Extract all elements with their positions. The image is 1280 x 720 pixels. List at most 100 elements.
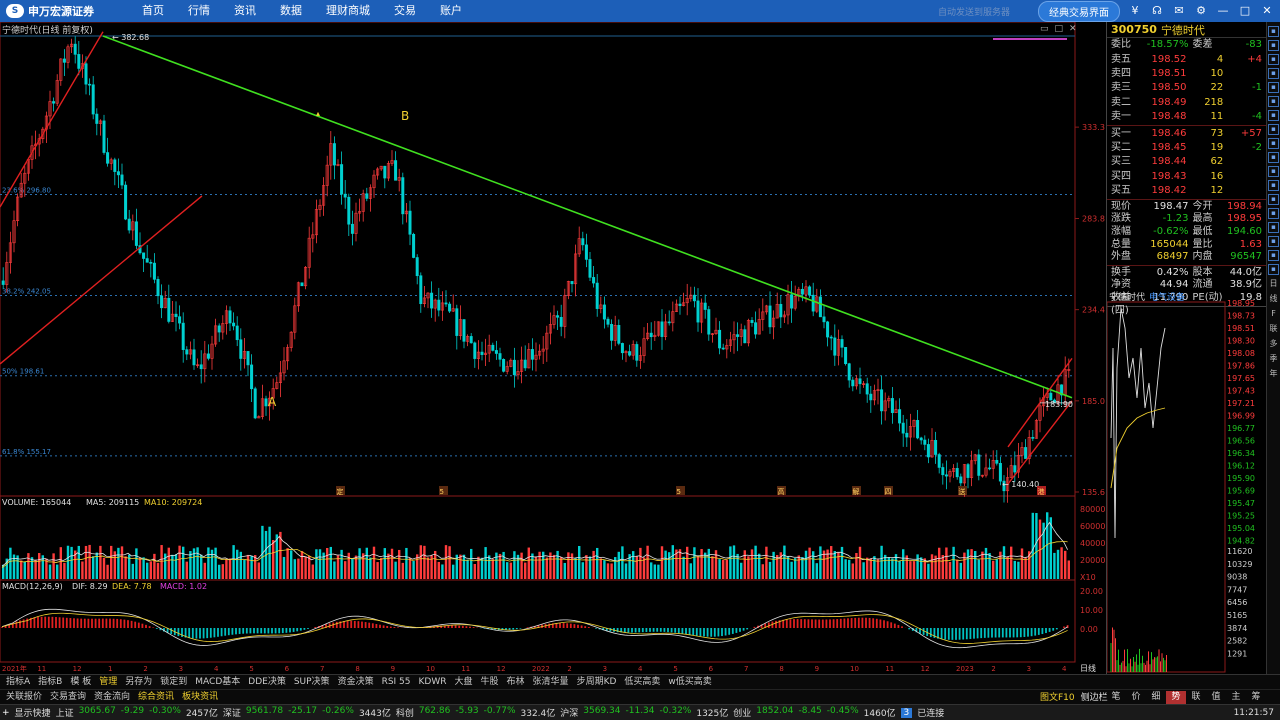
indicator-tab[interactable]: MACD基本 — [191, 675, 244, 689]
nav-market[interactable]: 行情 — [176, 0, 222, 22]
tool-icon[interactable]: ▪ — [1268, 222, 1279, 233]
info-tab[interactable]: 关联报价 — [2, 690, 46, 703]
f10-link[interactable]: 图文F10 — [1040, 690, 1075, 703]
index-name[interactable]: 深证 — [223, 706, 241, 719]
period-tool[interactable]: 年 — [1270, 368, 1278, 380]
macd-axis-label: 0.00 — [1080, 625, 1098, 634]
tool-icon[interactable]: ▪ — [1268, 40, 1279, 51]
bid-row[interactable]: 买五 198.42 12 — [1107, 184, 1266, 198]
minimize-icon[interactable]: — — [1216, 4, 1230, 18]
period-tool[interactable]: 联 — [1270, 323, 1278, 335]
index-name[interactable]: 科创 — [396, 706, 414, 719]
bid-row[interactable]: 买三 198.44 62 — [1107, 155, 1266, 169]
brand-logo[interactable]: S 申万宏源证券 — [0, 0, 110, 22]
nav-wealth-mall[interactable]: 理财商城 — [314, 0, 382, 22]
detail-tab[interactable]: 联 — [1186, 691, 1206, 704]
period-tool[interactable]: 多 — [1270, 338, 1278, 350]
indicator-tab[interactable]: 指标B — [34, 675, 66, 689]
chart-max-icon[interactable]: □ — [1055, 24, 1064, 34]
indicator-tab[interactable]: 资金决策 — [334, 675, 378, 689]
indicator-tab[interactable]: RSI 55 — [378, 675, 415, 689]
nav-data[interactable]: 数据 — [268, 0, 314, 22]
info-tab[interactable]: 资金流向 — [90, 690, 134, 703]
detail-tab[interactable]: 主 — [1226, 691, 1246, 704]
detail-tab[interactable]: 势 — [1166, 691, 1186, 704]
tool-icon[interactable]: ▪ — [1268, 250, 1279, 261]
tool-icon[interactable]: ▪ — [1268, 194, 1279, 205]
tool-icon[interactable]: ▪ — [1268, 68, 1279, 79]
tool-icon[interactable]: ▪ — [1268, 96, 1279, 107]
classic-trade-button[interactable]: 经典交易界面 — [1038, 0, 1120, 22]
period-tool[interactable]: 季 — [1270, 353, 1278, 365]
ask-row[interactable]: 卖二 198.49 218 — [1107, 96, 1266, 110]
bid-row[interactable]: 买一 198.46 73 +57 — [1107, 127, 1266, 141]
ask-row[interactable]: 卖三 198.50 22 -1 — [1107, 81, 1266, 95]
tool-icon[interactable]: ▪ — [1268, 180, 1279, 191]
kline-chart-area[interactable]: 333.3 283.8 234.4 185.0 135.6 23.6% 296.80 38.… — [0, 22, 1106, 674]
headset-icon[interactable]: ☊ — [1150, 4, 1164, 18]
sidebar-link[interactable]: 侧边栏 — [1081, 690, 1108, 703]
tool-icon[interactable]: ▪ — [1268, 208, 1279, 219]
top-right-controls: 自动发送到服务器 经典交易界面 ¥ ☊ ✉ ⚙ — □ ✕ — [938, 0, 1280, 22]
tool-icon[interactable]: ▪ — [1268, 152, 1279, 163]
intraday-chart[interactable]: 198.95 198.73 198.51 198.30 198.08 197.86 197.… — [1107, 288, 1267, 674]
chart-close-icon[interactable]: ✕ — [1069, 24, 1077, 34]
indicator-tab[interactable]: 牛股 — [477, 675, 503, 689]
index-name[interactable]: 沪深 — [560, 706, 578, 719]
tool-icon[interactable]: ▪ — [1268, 110, 1279, 121]
indicator-tab[interactable]: 另存为 — [121, 675, 156, 689]
detail-tab[interactable]: 筹 — [1246, 691, 1266, 704]
indicator-tab[interactable]: 管理 — [95, 675, 121, 689]
ask-row[interactable]: 卖五 198.52 4 +4 — [1107, 53, 1266, 67]
indicator-tab[interactable]: 锁定到 — [156, 675, 191, 689]
bid-row[interactable]: 买四 198.43 16 — [1107, 170, 1266, 184]
tool-icon[interactable]: ▪ — [1268, 166, 1279, 177]
detail-tab[interactable]: 价 — [1126, 691, 1146, 704]
nav-news[interactable]: 资讯 — [222, 0, 268, 22]
indicator-tab[interactable]: w低买高卖 — [664, 675, 715, 689]
coin-icon[interactable]: ¥ — [1128, 4, 1142, 18]
tool-icon[interactable]: ▪ — [1268, 54, 1279, 65]
indicator-tab[interactable]: 指标A — [2, 675, 34, 689]
shortcut-plus-icon[interactable]: + — [2, 708, 10, 718]
detail-tab[interactable]: 细 — [1146, 691, 1166, 704]
tool-icon[interactable]: ▪ — [1268, 124, 1279, 135]
quick-display[interactable]: 显示快捷 — [15, 706, 51, 719]
ask-row[interactable]: 卖四 198.51 10 — [1107, 67, 1266, 81]
period-tool[interactable]: 线 — [1270, 293, 1278, 305]
info-tab[interactable]: 交易查询 — [46, 690, 90, 703]
indicator-tab[interactable]: 步周期KD — [573, 675, 621, 689]
kline-svg[interactable]: 333.3283.8234.4185.0135.623.6% 296.8038.… — [0, 22, 1106, 674]
info-tab[interactable]: 综合资讯 — [134, 690, 178, 703]
period-tool[interactable]: F — [1271, 308, 1276, 320]
indicator-tab[interactable]: 布林 — [503, 675, 529, 689]
ask-row[interactable]: 卖一 198.48 11 -4 — [1107, 110, 1266, 124]
tool-icon[interactable]: ▪ — [1268, 82, 1279, 93]
indicator-tab[interactable]: DDE决策 — [244, 675, 290, 689]
detail-tab[interactable]: 笔 — [1106, 691, 1126, 704]
tool-icon[interactable]: ▪ — [1268, 26, 1279, 37]
indicator-tab[interactable]: 大盘 — [451, 675, 477, 689]
settings-icon[interactable]: ⚙ — [1194, 4, 1208, 18]
tool-icon[interactable]: ▪ — [1268, 264, 1279, 275]
info-tab[interactable]: 板块资讯 — [178, 690, 222, 703]
period-tool[interactable]: 日 — [1270, 278, 1278, 290]
mail-icon[interactable]: ✉ — [1172, 4, 1186, 18]
indicator-tab[interactable]: 模 板 — [66, 675, 95, 689]
nav-account[interactable]: 账户 — [428, 0, 474, 22]
index-name[interactable]: 创业 — [733, 706, 751, 719]
bid-row[interactable]: 买二 198.45 19 -2 — [1107, 141, 1266, 155]
detail-tab[interactable]: 值 — [1206, 691, 1226, 704]
indicator-tab[interactable]: 低买高卖 — [620, 675, 664, 689]
nav-trade[interactable]: 交易 — [382, 0, 428, 22]
close-icon[interactable]: ✕ — [1260, 4, 1274, 18]
indicator-tab[interactable]: SUP决策 — [290, 675, 334, 689]
tool-icon[interactable]: ▪ — [1268, 236, 1279, 247]
nav-home[interactable]: 首页 — [130, 0, 176, 22]
indicator-tab[interactable]: KDWR — [415, 675, 451, 689]
chart-restore-icon[interactable]: ▭ — [1040, 24, 1049, 34]
index-name[interactable]: 上证 — [56, 706, 74, 719]
tool-icon[interactable]: ▪ — [1268, 138, 1279, 149]
indicator-tab[interactable]: 张清华量 — [529, 675, 573, 689]
maximize-icon[interactable]: □ — [1238, 4, 1252, 18]
